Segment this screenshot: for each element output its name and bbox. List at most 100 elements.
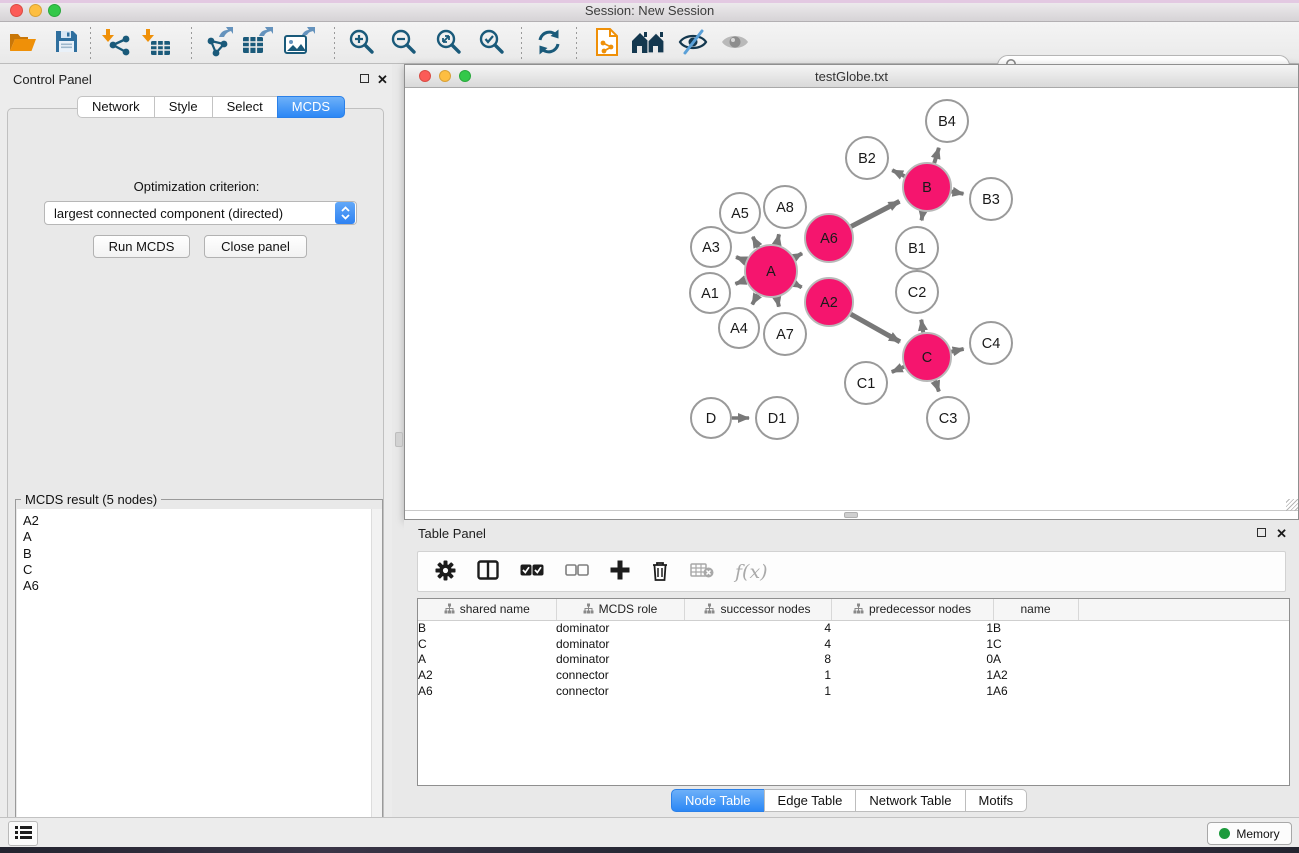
graph-edge-A-A8[interactable] xyxy=(777,234,779,244)
import-network-button[interactable] xyxy=(98,25,136,61)
run-mcds-button[interactable]: Run MCDS xyxy=(93,235,190,258)
graph-node-C3[interactable]: C3 xyxy=(927,397,969,439)
float-panel-icon[interactable] xyxy=(360,74,369,83)
export-image-button[interactable] xyxy=(280,25,318,61)
graph-edge-C-C4[interactable] xyxy=(951,349,963,352)
graph-edge-B-B4[interactable] xyxy=(934,148,939,163)
graph-node-B[interactable]: B xyxy=(903,163,951,211)
graph-edge-C-C2[interactable] xyxy=(921,320,923,333)
import-table-button[interactable] xyxy=(138,25,176,61)
zoom-selected-button[interactable] xyxy=(473,25,511,61)
close-panel-icon[interactable]: ✕ xyxy=(377,74,388,85)
graph-node-C4[interactable]: C4 xyxy=(970,322,1012,364)
tab-edge-table[interactable]: Edge Table xyxy=(764,789,857,812)
first-neighbors-button[interactable] xyxy=(629,25,667,61)
column-header-shared-name[interactable]: shared name xyxy=(418,599,556,620)
graph-node-D1[interactable]: D1 xyxy=(756,397,798,439)
export-table-button[interactable] xyxy=(238,25,276,61)
graph-node-A5[interactable]: A5 xyxy=(720,193,760,233)
node-table-container[interactable]: shared nameMCDS rolesuccessor nodesprede… xyxy=(417,598,1290,786)
column-header-name[interactable]: name xyxy=(993,599,1078,620)
delete-column-icon[interactable] xyxy=(651,560,669,584)
graph-node-A2[interactable]: A2 xyxy=(805,278,853,326)
table-row[interactable]: Adominator80A xyxy=(418,652,1289,668)
table-row[interactable]: A2connector11A2 xyxy=(418,667,1289,683)
open-session-button[interactable] xyxy=(4,25,42,61)
add-column-icon[interactable] xyxy=(610,560,630,583)
table-row[interactable]: A6connector11A6 xyxy=(418,683,1289,699)
network-vscroll-thumb[interactable] xyxy=(395,432,403,447)
mcds-result-item[interactable]: A6 xyxy=(23,578,382,594)
network-canvas[interactable]: B4 B2 B B3 A5A8A6 A3 A B1 A1 A2 C2 A4A7 C C4 C1 C3 D D1 xyxy=(405,88,1298,510)
table-row[interactable]: Cdominator41C xyxy=(418,636,1289,652)
show-all-button[interactable] xyxy=(716,25,754,61)
graph-node-C1[interactable]: C1 xyxy=(845,362,887,404)
function-builder-icon[interactable]: f(x) xyxy=(735,561,768,583)
graph-edge-A-A2[interactable] xyxy=(795,284,802,288)
network-hscroll-thumb[interactable] xyxy=(844,512,858,518)
export-network-button[interactable] xyxy=(199,25,237,61)
network-window-titlebar[interactable]: testGlobe.txt xyxy=(405,65,1298,88)
column-header-successor-nodes[interactable]: successor nodes xyxy=(684,599,831,620)
delete-table-icon[interactable] xyxy=(690,562,714,581)
graph-edge-B-B1[interactable] xyxy=(922,212,923,221)
graph-edge-A-A5[interactable] xyxy=(753,237,759,247)
graph-node-C2[interactable]: C2 xyxy=(896,271,938,313)
graph-node-A4[interactable]: A4 xyxy=(719,308,759,348)
graph-node-A[interactable]: A xyxy=(745,245,797,297)
graph-node-C[interactable]: C xyxy=(903,333,951,381)
graph-node-A6[interactable]: A6 xyxy=(805,214,853,262)
deselect-all-columns-icon[interactable] xyxy=(565,564,589,579)
tab-network-table[interactable]: Network Table xyxy=(855,789,965,812)
graph-node-B4[interactable]: B4 xyxy=(926,100,968,142)
graph-node-B2[interactable]: B2 xyxy=(846,137,888,179)
zoom-out-button[interactable] xyxy=(385,25,423,61)
tab-select[interactable]: Select xyxy=(212,96,278,118)
graph-node-B1[interactable]: B1 xyxy=(896,227,938,269)
graph-edge-B-B3[interactable] xyxy=(952,192,964,194)
close-table-panel-icon[interactable]: ✕ xyxy=(1276,528,1287,539)
table-row[interactable]: Bdominator41B xyxy=(418,620,1289,636)
float-table-panel-icon[interactable] xyxy=(1257,528,1266,537)
tab-mcds[interactable]: MCDS xyxy=(277,96,345,118)
graph-node-A7[interactable]: A7 xyxy=(764,313,806,355)
graph-node-B3[interactable]: B3 xyxy=(970,178,1012,220)
select-all-columns-icon[interactable] xyxy=(520,564,544,579)
graph-edge-A-A7[interactable] xyxy=(777,297,779,306)
graph-node-A1[interactable]: A1 xyxy=(690,273,730,313)
network-horizontal-scrollbar[interactable] xyxy=(405,510,1298,519)
mcds-result-item[interactable]: C xyxy=(23,562,382,578)
graph-edge-A-A4[interactable] xyxy=(752,295,758,305)
criterion-select[interactable]: largest connected component (directed) xyxy=(44,201,357,225)
mcds-result-item[interactable]: B xyxy=(23,546,382,562)
graph-edge-A-A1[interactable] xyxy=(735,280,745,284)
hide-selected-button[interactable] xyxy=(674,25,712,61)
graph-edge-A-A6[interactable] xyxy=(794,253,802,257)
zoom-in-button[interactable] xyxy=(343,25,381,61)
graph-edge-A6-B[interactable] xyxy=(851,201,899,226)
mcds-result-item[interactable]: A2 xyxy=(23,513,382,529)
mcds-result-scrollbar[interactable] xyxy=(371,509,382,839)
tab-motifs[interactable]: Motifs xyxy=(965,789,1028,812)
tab-style[interactable]: Style xyxy=(154,96,213,118)
graph-edge-C-C1[interactable] xyxy=(892,367,904,372)
graph-edge-C-C3[interactable] xyxy=(935,381,939,392)
mcds-result-item[interactable]: A xyxy=(23,529,382,545)
close-panel-button[interactable]: Close panel xyxy=(204,235,307,258)
graph-edge-A-A3[interactable] xyxy=(736,257,746,261)
window-resize-grip[interactable] xyxy=(1286,499,1298,511)
graph-edge-B-B2[interactable] xyxy=(892,170,904,176)
column-header-MCDS-role[interactable]: MCDS role xyxy=(556,599,684,620)
zoom-fit-button[interactable] xyxy=(430,25,468,61)
graph-node-A3[interactable]: A3 xyxy=(691,227,731,267)
graph-node-D[interactable]: D xyxy=(691,398,731,438)
column-header-predecessor-nodes[interactable]: predecessor nodes xyxy=(831,599,993,620)
graph-node-A8[interactable]: A8 xyxy=(764,186,806,228)
apply-layout-button[interactable] xyxy=(530,25,568,61)
clone-network-button[interactable] xyxy=(588,25,626,61)
tab-node-table[interactable]: Node Table xyxy=(671,789,765,812)
split-columns-icon[interactable] xyxy=(477,560,499,583)
save-session-button[interactable] xyxy=(47,25,85,61)
tab-network[interactable]: Network xyxy=(77,96,155,118)
task-history-button[interactable] xyxy=(8,821,38,846)
